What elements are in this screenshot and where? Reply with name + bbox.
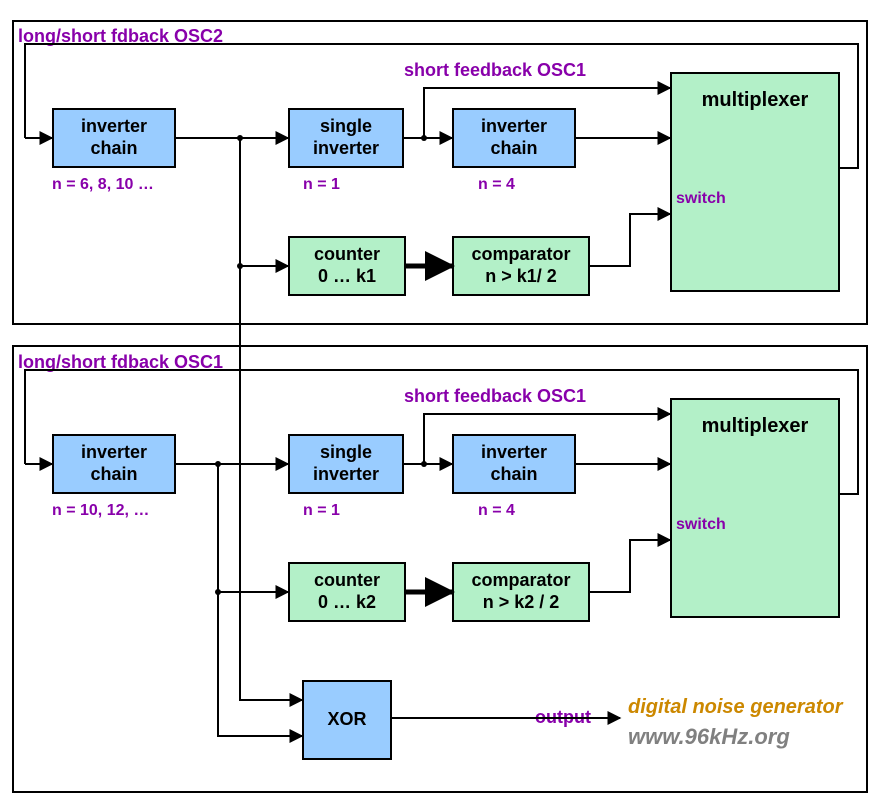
block-label: chain [90, 138, 137, 160]
note-single-inv-top: n = 1 [303, 176, 340, 194]
block-label: inverter [313, 138, 379, 160]
block-label: inverter [81, 442, 147, 464]
brand-tagline: digital noise generator [628, 696, 842, 719]
brand-url: www.96kHz.org [628, 724, 790, 750]
note-inv-chain2-top: n = 4 [478, 176, 515, 194]
inverter-chain2-bot: inverter chain [452, 434, 576, 494]
block-label: comparator [471, 570, 570, 592]
block-label: single [320, 442, 372, 464]
note-inv-chain-bot: n = 10, 12, … [52, 502, 149, 520]
block-label: 0 … k2 [318, 592, 376, 614]
switch-label-top: switch [676, 190, 726, 208]
note-single-inv-bot: n = 1 [303, 502, 340, 520]
block-label: counter [314, 570, 380, 592]
block-label: comparator [471, 244, 570, 266]
block-label: single [320, 116, 372, 138]
inverter-chain-top: inverter chain [52, 108, 176, 168]
short-feedback-top-label: short feedback OSC1 [404, 60, 586, 81]
block-label: chain [490, 464, 537, 486]
single-inverter-top: single inverter [288, 108, 404, 168]
counter-top: counter 0 … k1 [288, 236, 406, 296]
title-osc1: long/short fdback OSC1 [18, 352, 223, 373]
inverter-chain2-top: inverter chain [452, 108, 576, 168]
block-label: multiplexer [702, 414, 809, 438]
short-feedback-bot-label: short feedback OSC1 [404, 386, 586, 407]
multiplexer-top: multiplexer [670, 72, 840, 292]
comparator-bot: comparator n > k2 / 2 [452, 562, 590, 622]
diagram-canvas: long/short fdback OSC2 short feedback OS… [0, 0, 887, 801]
single-inverter-bot: single inverter [288, 434, 404, 494]
counter-bot: counter 0 … k2 [288, 562, 406, 622]
block-label: inverter [481, 116, 547, 138]
block-label: chain [490, 138, 537, 160]
note-inv-chain2-bot: n = 4 [478, 502, 515, 520]
multiplexer-bot: multiplexer [670, 398, 840, 618]
xor-block: XOR [302, 680, 392, 760]
block-label: n > k2 / 2 [483, 592, 560, 614]
block-label: n > k1/ 2 [485, 266, 557, 288]
comparator-top: comparator n > k1/ 2 [452, 236, 590, 296]
block-label: chain [90, 464, 137, 486]
note-inv-chain-top: n = 6, 8, 10 … [52, 176, 154, 194]
block-label: counter [314, 244, 380, 266]
block-label: multiplexer [702, 88, 809, 112]
block-label: inverter [81, 116, 147, 138]
block-label: inverter [313, 464, 379, 486]
block-label: XOR [327, 709, 366, 731]
inverter-chain-bot: inverter chain [52, 434, 176, 494]
switch-label-bot: switch [676, 516, 726, 534]
block-label: inverter [481, 442, 547, 464]
title-osc2: long/short fdback OSC2 [18, 26, 223, 47]
output-label: output [535, 707, 591, 728]
block-label: 0 … k1 [318, 266, 376, 288]
